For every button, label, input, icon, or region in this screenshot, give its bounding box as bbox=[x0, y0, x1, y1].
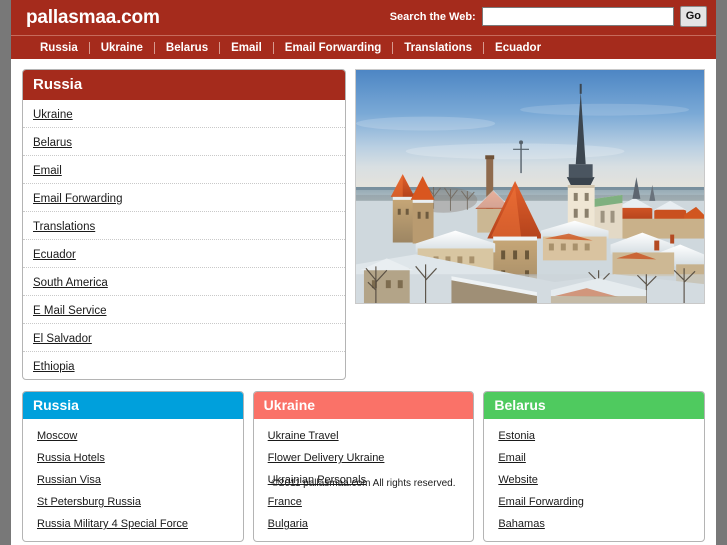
card-ukraine-item-france[interactable]: France bbox=[268, 496, 302, 508]
card-russia-item-russia-hotels[interactable]: Russia Hotels bbox=[37, 452, 105, 464]
card-russia: Russia Moscow Russia Hotels Russian Visa… bbox=[22, 391, 244, 542]
sidebar-item-ethiopia[interactable]: Ethiopia bbox=[33, 361, 75, 373]
list-item: Ecuador bbox=[23, 240, 345, 268]
list-item: E Mail Service bbox=[23, 296, 345, 324]
sidebar-link-list: Ukraine Belarus Email Email Forwarding T… bbox=[23, 100, 345, 379]
card-belarus-title: Belarus bbox=[484, 392, 705, 419]
list-item: St Petersburg Russia bbox=[23, 490, 243, 512]
nav-item-email[interactable]: Email bbox=[220, 42, 273, 54]
nav-item-ukraine[interactable]: Ukraine bbox=[90, 42, 154, 54]
card-belarus-item-email-forwarding[interactable]: Email Forwarding bbox=[498, 496, 584, 508]
footer-copyright: ©2011 pallasmaa.com All rights reserved. bbox=[271, 478, 456, 489]
list-item: El Salvador bbox=[23, 324, 345, 352]
page-root: pallasmaa.com Search the Web: Go Russia … bbox=[0, 0, 727, 545]
card-russia-title: Russia bbox=[23, 392, 243, 419]
list-item: Translations bbox=[23, 212, 345, 240]
top-row: Russia Ukraine Belarus Email Email Forwa… bbox=[22, 69, 705, 380]
list-item: Email bbox=[23, 156, 345, 184]
nav-item-belarus[interactable]: Belarus bbox=[155, 42, 219, 54]
nav-item-translations[interactable]: Translations bbox=[393, 42, 483, 54]
list-item: Bahamas bbox=[484, 512, 704, 534]
list-item: Email bbox=[484, 446, 704, 468]
list-item: Russia Military 4 Special Force bbox=[23, 512, 243, 534]
hero-image-frame bbox=[355, 69, 705, 304]
card-ukraine-title: Ukraine bbox=[253, 392, 474, 419]
list-item: Belarus bbox=[23, 128, 345, 156]
card-belarus-item-email[interactable]: Email bbox=[498, 452, 526, 464]
card-russia-item-st-petersburg-russia[interactable]: St Petersburg Russia bbox=[37, 496, 141, 508]
card-belarus: Belarus Estonia Email Website Email Forw… bbox=[483, 391, 706, 542]
search-label: Search the Web: bbox=[389, 10, 476, 23]
card-belarus-item-estonia[interactable]: Estonia bbox=[498, 430, 535, 442]
cards-row: Russia Moscow Russia Hotels Russian Visa… bbox=[22, 391, 706, 542]
search-go-button[interactable]: Go bbox=[679, 6, 707, 27]
sidebar-panel: Russia Ukraine Belarus Email Email Forwa… bbox=[22, 69, 346, 380]
main-nav: Russia Ukraine Belarus Email Email Forwa… bbox=[11, 36, 716, 59]
hero-image bbox=[356, 70, 704, 303]
list-item: South America bbox=[23, 268, 345, 296]
body-region: Russia Ukraine Belarus Email Email Forwa… bbox=[11, 59, 716, 545]
nav-item-email-forwarding[interactable]: Email Forwarding bbox=[274, 42, 393, 54]
sidebar-item-email[interactable]: Email bbox=[33, 165, 62, 177]
list-item: Russia Hotels bbox=[23, 446, 243, 468]
nav-item-russia[interactable]: Russia bbox=[29, 42, 89, 54]
list-item: Ukraine Travel bbox=[254, 424, 474, 446]
content-wrapper: pallasmaa.com Search the Web: Go Russia … bbox=[11, 0, 716, 545]
list-item: Ethiopia bbox=[23, 352, 345, 379]
card-ukraine-item-flower-delivery-ukraine[interactable]: Flower Delivery Ukraine bbox=[268, 452, 385, 464]
sidebar-item-email-forwarding[interactable]: Email Forwarding bbox=[33, 193, 122, 205]
list-item: Ukraine bbox=[23, 100, 345, 128]
card-ukraine-item-ukraine-travel[interactable]: Ukraine Travel bbox=[268, 430, 339, 442]
card-ukraine: Ukraine Ukraine Travel Flower Delivery U… bbox=[252, 391, 475, 542]
sidebar-item-south-america[interactable]: South America bbox=[33, 277, 108, 289]
list-item: Flower Delivery Ukraine bbox=[254, 446, 474, 468]
sidebar-item-el-salvador[interactable]: El Salvador bbox=[33, 333, 92, 345]
sidebar-title: Russia bbox=[23, 70, 345, 100]
search-area: Search the Web: Go bbox=[390, 6, 707, 27]
sidebar-item-belarus[interactable]: Belarus bbox=[33, 137, 72, 149]
list-item: Moscow bbox=[23, 424, 243, 446]
list-item: Email Forwarding bbox=[484, 490, 704, 512]
list-item: Estonia bbox=[484, 424, 704, 446]
card-russia-item-moscow[interactable]: Moscow bbox=[37, 430, 77, 442]
site-logo[interactable]: pallasmaa.com bbox=[26, 7, 160, 29]
card-ukraine-item-bulgaria[interactable]: Bulgaria bbox=[268, 518, 308, 530]
sidebar-item-ecuador[interactable]: Ecuador bbox=[33, 249, 76, 261]
sidebar-item-translations[interactable]: Translations bbox=[33, 221, 95, 233]
list-item: France bbox=[254, 490, 474, 512]
card-russia-item-russia-military-4-special-force[interactable]: Russia Military 4 Special Force bbox=[37, 518, 188, 530]
card-belarus-item-bahamas[interactable]: Bahamas bbox=[498, 518, 544, 530]
search-input[interactable] bbox=[481, 7, 674, 26]
list-item: Bulgaria bbox=[254, 512, 474, 534]
nav-item-ecuador[interactable]: Ecuador bbox=[484, 42, 552, 54]
list-item: Email Forwarding bbox=[23, 184, 345, 212]
site-header: pallasmaa.com Search the Web: Go bbox=[11, 0, 716, 36]
sidebar-item-ukraine[interactable]: Ukraine bbox=[33, 109, 73, 121]
sidebar-item-e-mail-service[interactable]: E Mail Service bbox=[33, 305, 107, 317]
